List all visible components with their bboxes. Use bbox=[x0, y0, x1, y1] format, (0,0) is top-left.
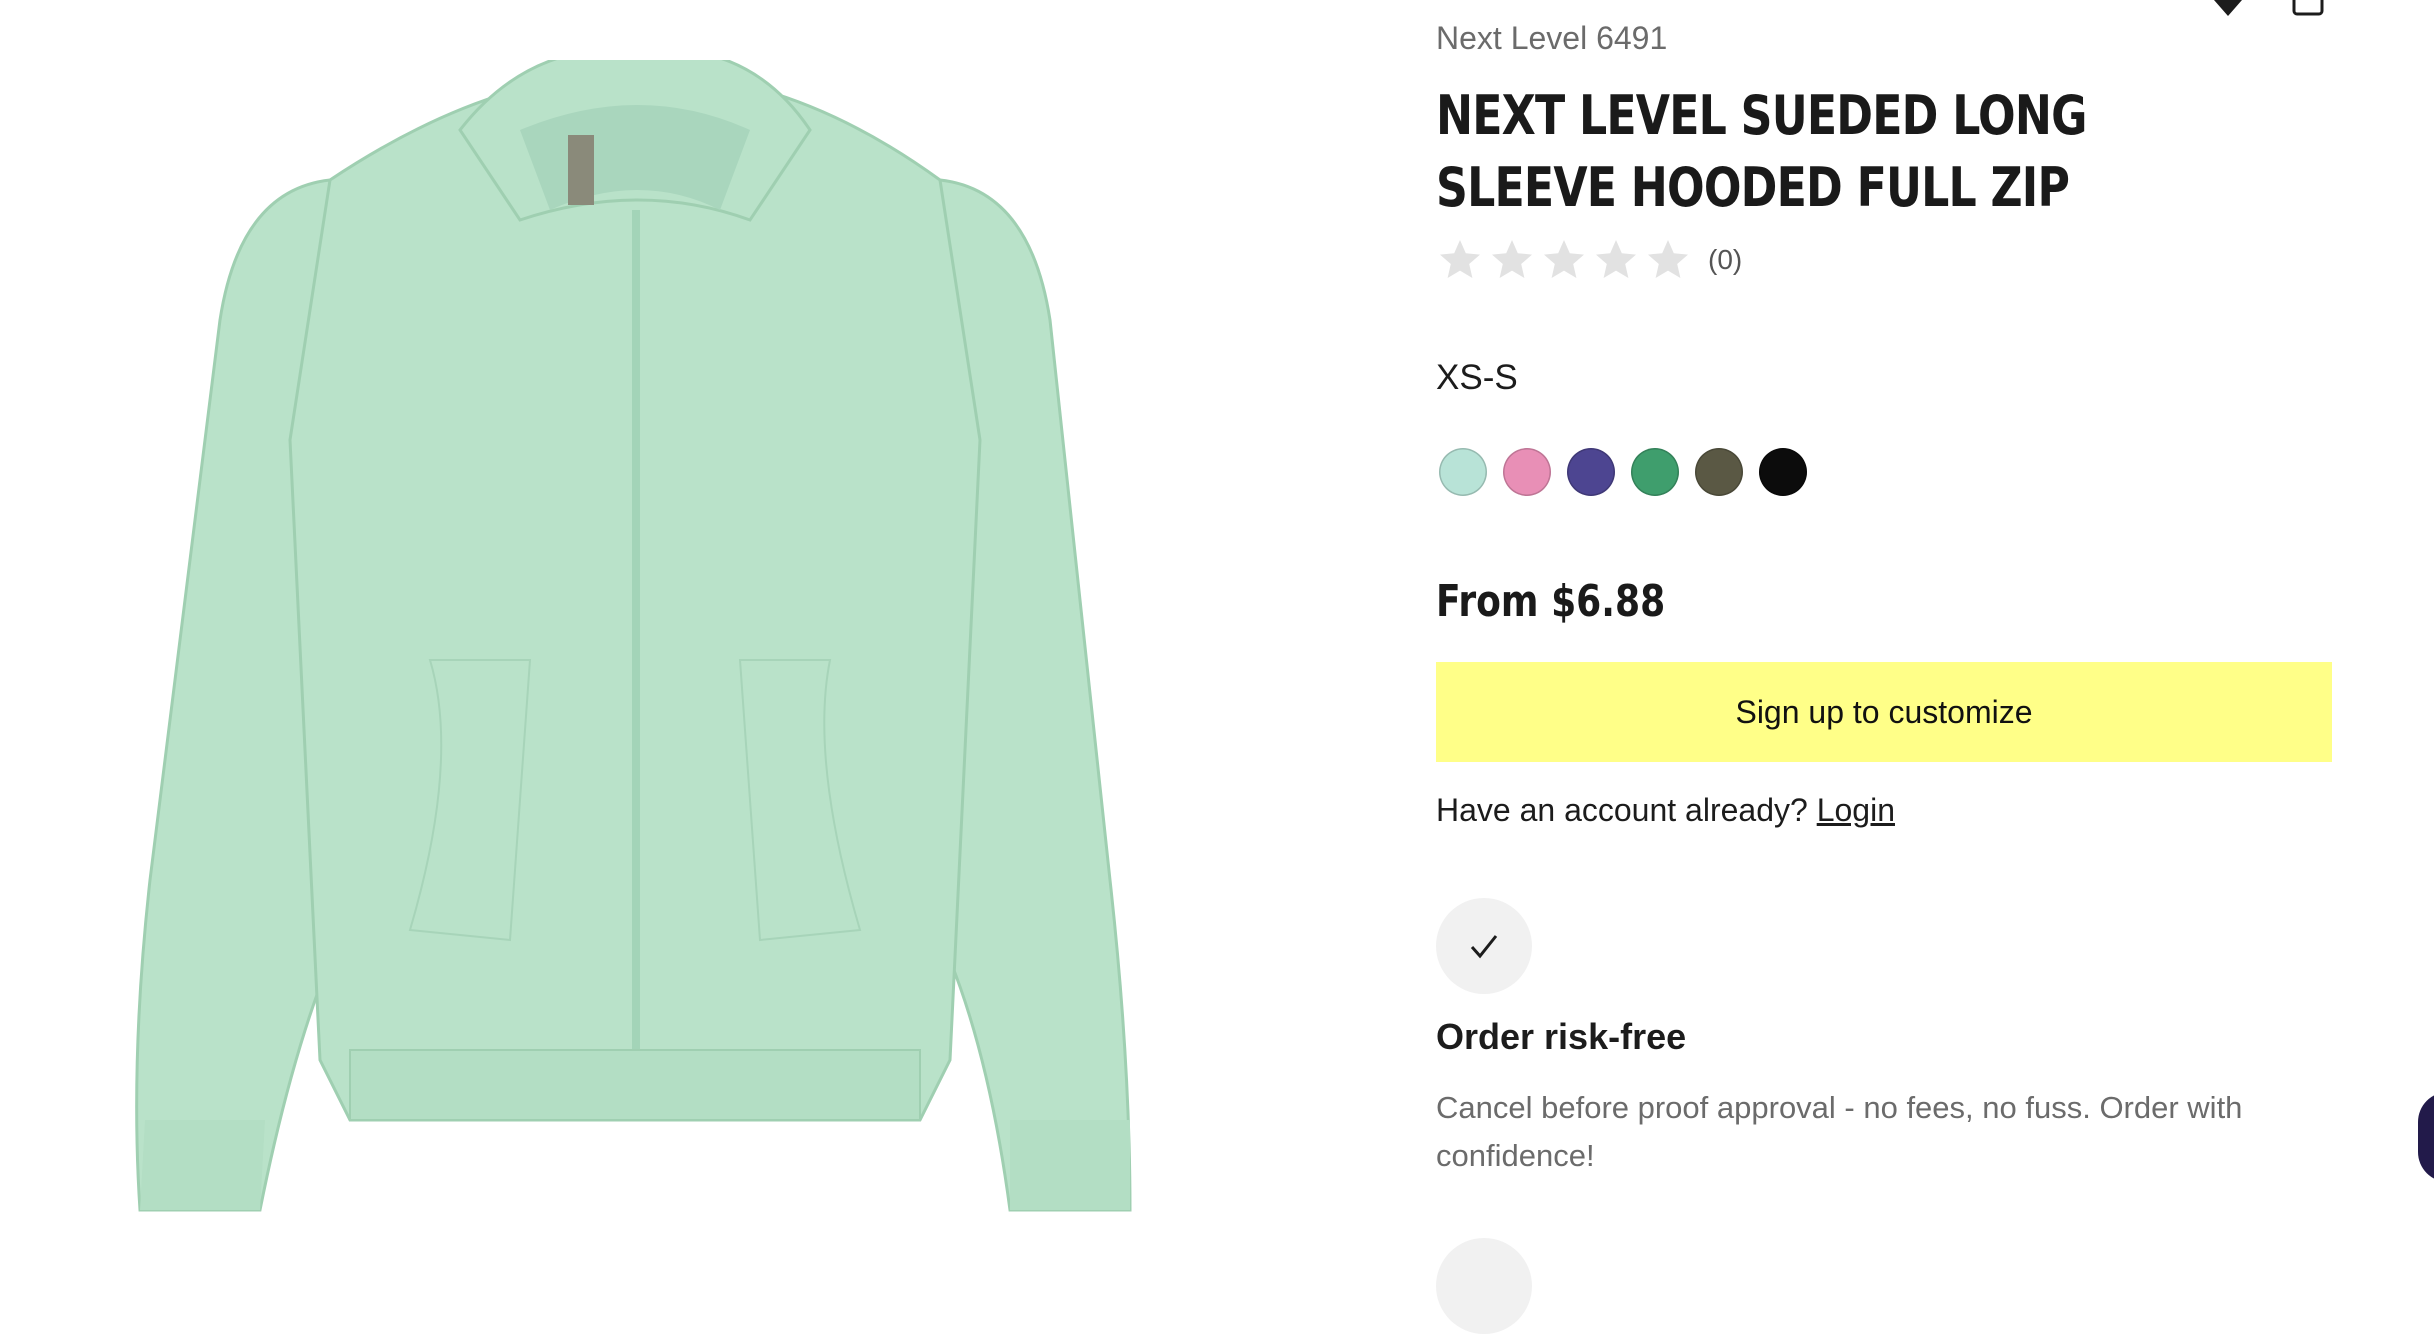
color-swatch-green[interactable] bbox=[1631, 448, 1679, 496]
color-swatch-purple[interactable] bbox=[1567, 448, 1615, 496]
star-icon bbox=[1544, 240, 1584, 278]
chat-widget-button[interactable] bbox=[2418, 1092, 2434, 1182]
product-rating[interactable]: (0) bbox=[1436, 236, 1742, 284]
color-swatches bbox=[1439, 448, 1807, 496]
color-swatch-mint[interactable] bbox=[1439, 448, 1487, 496]
feature-description: Cancel before proof approval - no fees, … bbox=[1436, 1090, 2243, 1173]
color-swatch-olive[interactable] bbox=[1695, 448, 1743, 496]
next-feature-badge bbox=[1436, 1238, 1532, 1334]
star-icon bbox=[1648, 240, 1688, 278]
account-prompt: Have an account already? Login bbox=[1436, 792, 1895, 829]
cart-icon[interactable] bbox=[2290, 0, 2326, 18]
product-sku: Next Level 6491 bbox=[1436, 20, 1668, 56]
product-image bbox=[130, 60, 1140, 1230]
login-link[interactable]: Login bbox=[1817, 792, 1895, 828]
hoodie-illustration bbox=[135, 60, 1132, 1212]
review-count: (0) bbox=[1708, 244, 1743, 275]
feature-title: Order risk-free bbox=[1436, 1016, 1687, 1057]
account-prompt-text: Have an account already? bbox=[1436, 792, 1808, 828]
size-range: XS-S bbox=[1436, 358, 1518, 397]
color-swatch-pink[interactable] bbox=[1503, 448, 1551, 496]
check-icon bbox=[1470, 935, 1498, 959]
wishlist-icon[interactable] bbox=[2210, 0, 2246, 18]
risk-free-badge bbox=[1436, 898, 1532, 994]
header-icons bbox=[2210, 0, 2326, 18]
star-icon bbox=[1492, 240, 1532, 278]
star-icon bbox=[1596, 240, 1636, 278]
product-title: NEXT LEVEL SUEDED LONG SLEEVE HOODED FUL… bbox=[1436, 84, 2087, 219]
signup-to-customize-button[interactable]: Sign up to customize bbox=[1436, 662, 2332, 762]
star-icon bbox=[1440, 240, 1480, 278]
product-price: From $6.88 bbox=[1436, 576, 1666, 627]
color-swatch-black[interactable] bbox=[1759, 448, 1807, 496]
